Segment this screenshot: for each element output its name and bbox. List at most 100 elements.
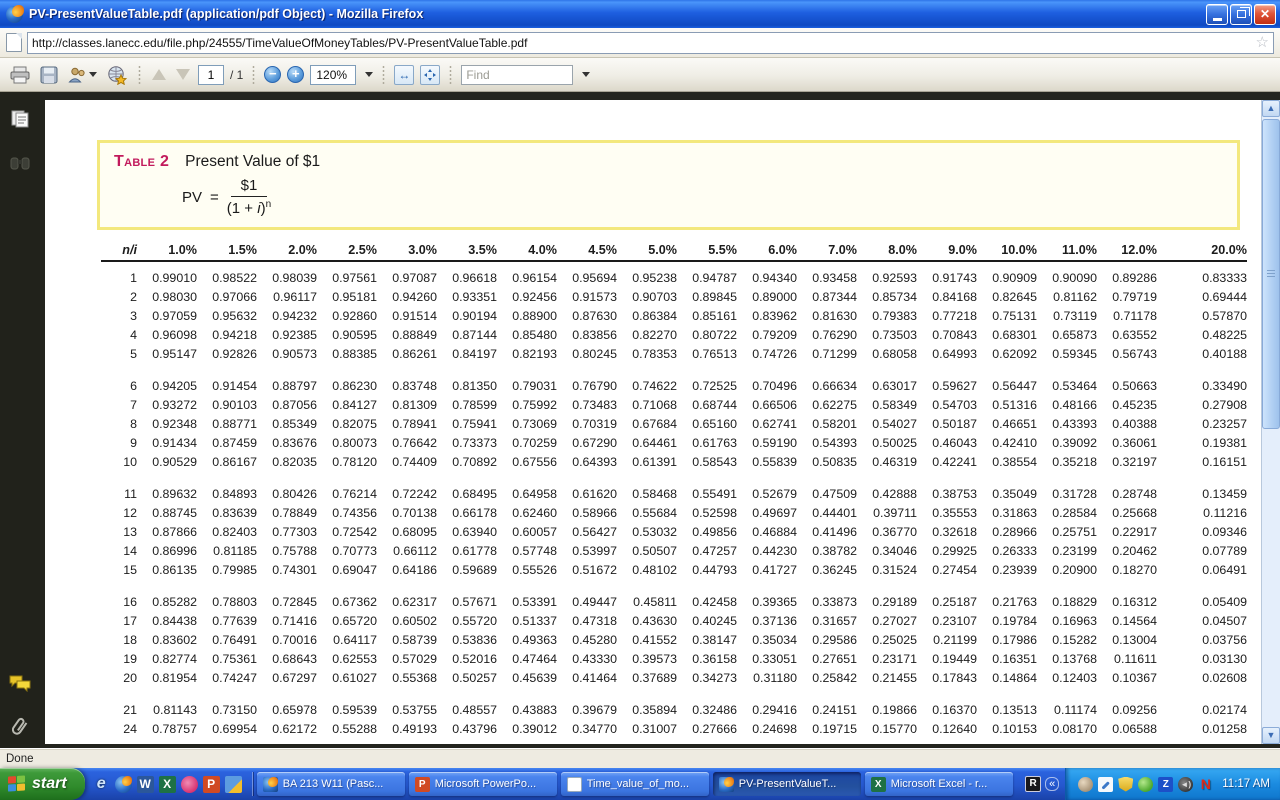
pv-factor-value: 0.57748 <box>497 544 557 558</box>
zonealarm-tray-icon[interactable]: Z <box>1158 777 1173 792</box>
period-number: 14 <box>101 544 137 558</box>
pv-factor-value: 0.12640 <box>917 722 977 736</box>
pv-factor-value: 0.16963 <box>1037 614 1097 628</box>
pv-factor-value: 0.90529 <box>137 455 197 469</box>
restore-button[interactable] <box>1230 4 1252 25</box>
scrollbar-thumb[interactable] <box>1262 119 1280 429</box>
table-row: 20.980300.970660.961170.951810.942600.93… <box>101 287 1247 306</box>
pv-factor-value: 0.08170 <box>1037 722 1097 736</box>
pv-factor-value: 0.62460 <box>497 506 557 520</box>
norton-tray-icon[interactable]: N <box>1198 777 1213 792</box>
powerpoint-quicklaunch-icon[interactable]: P <box>203 776 220 793</box>
shield-tray-icon[interactable] <box>1118 777 1133 792</box>
pv-factor-value: 0.68744 <box>677 398 737 412</box>
pv-factor-value: 0.87056 <box>257 398 317 412</box>
pv-factor-value: 0.71178 <box>1097 309 1157 323</box>
zoom-level-select[interactable]: 120% <box>310 65 356 85</box>
pv-factor-value: 0.65978 <box>257 703 317 717</box>
close-button[interactable]: ✕ <box>1254 4 1276 25</box>
bookmark-star-icon[interactable]: ☆ <box>1256 35 1269 50</box>
access-quicklaunch-icon[interactable] <box>181 776 198 793</box>
previous-page-button[interactable] <box>150 67 168 82</box>
pv-factor-value: 0.56447 <box>977 379 1037 393</box>
pv-factor-value: 0.13768 <box>1037 652 1097 666</box>
attachments-paperclip-icon[interactable] <box>9 716 31 738</box>
comments-panel-icon[interactable] <box>9 672 31 694</box>
collaborate-dropdown-arrow[interactable] <box>89 72 97 77</box>
rate-column-header: 1.0% <box>137 243 197 257</box>
outlook-quicklaunch-icon[interactable] <box>225 776 242 793</box>
find-field[interactable] <box>461 65 573 85</box>
page-number-input[interactable] <box>199 66 223 84</box>
green-tray-icon[interactable] <box>1138 777 1153 792</box>
minimize-button[interactable] <box>1206 4 1228 25</box>
share-button[interactable] <box>105 63 129 87</box>
background-app-icon[interactable]: R <box>1025 776 1041 792</box>
zoom-in-button[interactable]: + <box>287 66 304 83</box>
collaborate-button[interactable] <box>66 64 99 86</box>
messenger-tray-icon[interactable] <box>1078 777 1093 792</box>
pv-factor-value: 0.78941 <box>377 417 437 431</box>
pv-factor-value: 0.74622 <box>617 379 677 393</box>
start-button[interactable]: start <box>0 768 85 800</box>
save-button[interactable] <box>38 64 60 86</box>
scroll-down-arrow[interactable]: ▼ <box>1262 727 1280 744</box>
search-binoculars-icon[interactable] <box>9 152 31 174</box>
pv-factor-value: 0.80245 <box>557 347 617 361</box>
pv-factor-value: 0.26333 <box>977 544 1037 558</box>
volume-tray-icon[interactable]: ◄) <box>1178 777 1193 792</box>
hidden-icons-chevron[interactable]: « <box>1045 777 1059 791</box>
page-number-field[interactable] <box>198 65 224 85</box>
pv-factor-value: 0.55839 <box>737 455 797 469</box>
print-button[interactable] <box>8 64 32 86</box>
zoom-dropdown-arrow[interactable] <box>365 72 373 77</box>
pv-factor-value: 0.43393 <box>1037 417 1097 431</box>
table-row: 90.914340.874590.836760.800730.766420.73… <box>101 433 1247 452</box>
find-input[interactable] <box>466 68 568 82</box>
wrench-tray-icon[interactable] <box>1098 777 1113 792</box>
taskbar-window-button[interactable]: WTime_value_of_mo... <box>561 772 709 796</box>
rate-column-header: 5.5% <box>677 243 737 257</box>
fit-width-button[interactable]: ↔ <box>394 65 414 85</box>
pv-factor-value: 0.82645 <box>977 290 1037 304</box>
pv-factor-value: 0.74356 <box>317 506 377 520</box>
period-number: 3 <box>101 309 137 323</box>
vertical-scrollbar[interactable]: ▲ ▼ <box>1261 100 1280 744</box>
pages-panel-icon[interactable] <box>9 108 31 130</box>
taskbar-window-button[interactable]: XMicrosoft Excel - r... <box>865 772 1013 796</box>
taskbar-window-label: Microsoft Excel - r... <box>891 778 988 790</box>
ie-quicklaunch-icon[interactable]: e <box>93 776 110 793</box>
pv-factor-value: 0.20900 <box>1037 563 1097 577</box>
period-number: 18 <box>101 633 137 647</box>
formula-lhs: PV <box>182 189 202 206</box>
excel-quicklaunch-icon[interactable]: X <box>159 776 176 793</box>
pv-factor-value: 0.71068 <box>617 398 677 412</box>
period-number: 7 <box>101 398 137 412</box>
fit-page-button[interactable] <box>420 65 440 85</box>
word-quicklaunch-icon[interactable]: W <box>137 776 154 793</box>
pv-factor-value: 0.29416 <box>737 703 797 717</box>
pv-factor-value: 0.68058 <box>857 347 917 361</box>
find-dropdown-arrow[interactable] <box>582 72 590 77</box>
pv-factor-value: 0.84197 <box>437 347 497 361</box>
pv-factor-value: 0.81309 <box>377 398 437 412</box>
zoom-out-button[interactable]: − <box>264 66 281 83</box>
firefox-quicklaunch-icon[interactable] <box>115 776 132 793</box>
taskbar-window-button[interactable]: BA 213 W11 (Pasc... <box>257 772 405 796</box>
rate-column-header: 1.5% <box>197 243 257 257</box>
taskbar-window-button[interactable]: PV-PresentValueT... <box>713 772 861 796</box>
pv-factor-value: 0.52679 <box>737 487 797 501</box>
next-page-button[interactable] <box>174 67 192 82</box>
url-field[interactable]: ☆ <box>27 32 1274 54</box>
pv-factor-value: 0.40245 <box>677 614 737 628</box>
pv-factor-value: 0.27651 <box>797 652 857 666</box>
taskbar-window-button[interactable]: PMicrosoft PowerPo... <box>409 772 557 796</box>
url-input[interactable] <box>32 36 1256 50</box>
rate-column-header: 5.0% <box>617 243 677 257</box>
pv-factor-value: 0.42241 <box>917 455 977 469</box>
scroll-up-arrow[interactable]: ▲ <box>1262 100 1280 117</box>
pv-factor-value: 0.35034 <box>737 633 797 647</box>
pv-factor-value: 0.75788 <box>257 544 317 558</box>
pv-formula: PV = $1 (1 + i)n <box>182 177 1237 217</box>
pv-factor-value: 0.52598 <box>677 506 737 520</box>
